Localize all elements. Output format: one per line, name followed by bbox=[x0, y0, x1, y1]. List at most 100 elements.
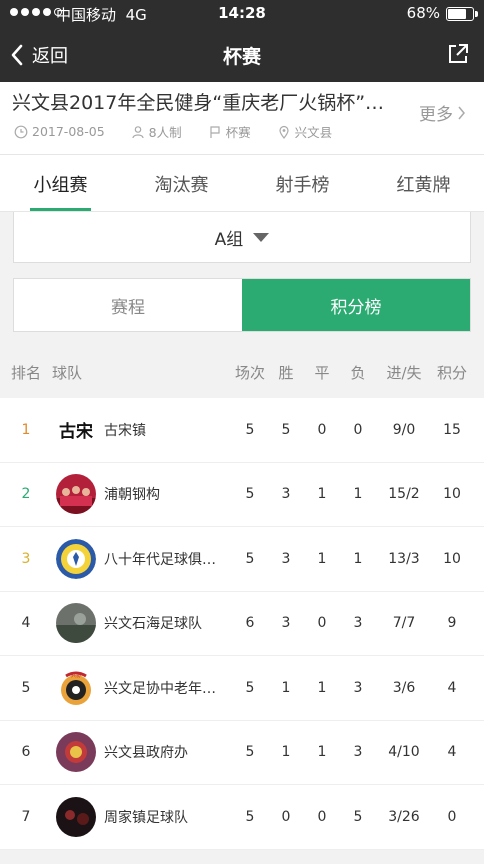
row-played: 5 bbox=[245, 550, 255, 567]
tab-knockout[interactable]: 淘汰赛 bbox=[121, 155, 242, 211]
row-played: 5 bbox=[245, 808, 255, 825]
row-draw: 1 bbox=[317, 550, 327, 567]
row-played: 5 bbox=[245, 679, 255, 696]
row-rank: 7 bbox=[21, 808, 31, 825]
row-points: 10 bbox=[443, 550, 461, 567]
row-rank: 2 bbox=[21, 486, 31, 503]
row-rank: 5 bbox=[21, 679, 31, 696]
row-draw: 0 bbox=[317, 421, 327, 438]
team-name: 古宋镇 bbox=[104, 422, 146, 439]
table-header: 排名 球队 场次 胜 平 负 进/失 积分 bbox=[0, 346, 484, 398]
view-segment: 赛程 积分榜 bbox=[13, 278, 471, 332]
row-loss: 0 bbox=[353, 421, 363, 438]
team-name: 周家镇足球队 bbox=[104, 809, 188, 826]
header-goals: 进/失 bbox=[386, 363, 422, 382]
row-loss: 1 bbox=[353, 550, 363, 567]
row-win: 1 bbox=[281, 679, 291, 696]
team-name: 兴文足协中老年… bbox=[104, 680, 216, 697]
team-badge: 兴协 bbox=[56, 667, 96, 708]
schedule-button[interactable]: 赛程 bbox=[14, 279, 242, 331]
row-win: 3 bbox=[281, 615, 291, 632]
team-name: 八十年代足球俱… bbox=[104, 551, 216, 568]
svg-text:兴协: 兴协 bbox=[71, 672, 81, 679]
caret-down-icon bbox=[253, 232, 270, 242]
standings-button[interactable]: 积分榜 bbox=[242, 279, 470, 331]
header-points: 积分 bbox=[436, 363, 467, 382]
row-draw: 1 bbox=[317, 486, 327, 503]
row-loss: 1 bbox=[353, 486, 363, 503]
row-rank: 1 bbox=[21, 421, 31, 438]
event-date: 2017-08-05 bbox=[32, 124, 105, 139]
tab-top-scorers[interactable]: 射手榜 bbox=[242, 155, 363, 211]
row-draw: 0 bbox=[317, 615, 327, 632]
standings-table: 排名 球队 场次 胜 平 负 进/失 积分 1 古宋 古宋镇 5 5 0 0 9… bbox=[0, 346, 484, 850]
row-rank: 3 bbox=[21, 550, 31, 567]
tab-group-stage[interactable]: 小组赛 bbox=[0, 155, 121, 211]
table-row[interactable]: 4 兴文石海足球队 6 3 0 3 7/7 9 bbox=[0, 591, 484, 656]
table-row[interactable]: 3 八十年代足球俱… 5 3 1 1 13/3 10 bbox=[0, 527, 484, 592]
row-goals: 3/26 bbox=[388, 808, 420, 825]
header-rank: 排名 bbox=[10, 363, 41, 382]
status-bar: 中国移动 4G 14:28 68% bbox=[0, 0, 484, 28]
row-points: 4 bbox=[447, 744, 457, 761]
row-draw: 1 bbox=[317, 744, 327, 761]
person-icon bbox=[132, 125, 144, 138]
header-played: 场次 bbox=[234, 363, 265, 382]
team-name: 兴文县政府办 bbox=[104, 745, 188, 762]
row-goals: 15/2 bbox=[388, 486, 420, 503]
row-goals: 9/0 bbox=[392, 421, 416, 438]
row-points: 10 bbox=[443, 486, 461, 503]
row-goals: 13/3 bbox=[388, 550, 420, 567]
row-rank: 4 bbox=[21, 615, 31, 632]
event-name: 兴文县2017年全民健身“重庆老厂火锅杯”… bbox=[12, 92, 385, 114]
table-row[interactable]: 5 兴协 兴文足协中老年… 5 1 1 3 3/6 4 bbox=[0, 656, 484, 721]
team-photo bbox=[56, 603, 96, 644]
row-loss: 3 bbox=[353, 615, 363, 632]
flag-icon bbox=[210, 125, 220, 138]
row-rank: 6 bbox=[21, 744, 31, 761]
header-win: 胜 bbox=[278, 363, 294, 382]
table-row[interactable]: 2 浦朝钢构 5 3 1 1 15/2 10 bbox=[0, 462, 484, 527]
event-format: 8人制 bbox=[148, 125, 182, 140]
header-loss: 负 bbox=[350, 363, 366, 382]
nav-bar: 返回 杯赛 bbox=[0, 28, 484, 82]
competition-tabs: 小组赛 淘汰赛 射手榜 红黄牌 bbox=[0, 154, 484, 212]
team-name: 兴文石海足球队 bbox=[104, 616, 202, 633]
row-played: 5 bbox=[245, 421, 255, 438]
row-loss: 3 bbox=[353, 679, 363, 696]
event-type: 杯赛 bbox=[225, 125, 251, 140]
row-points: 15 bbox=[443, 421, 461, 438]
row-win: 0 bbox=[281, 808, 291, 825]
row-win: 3 bbox=[281, 486, 291, 503]
battery-percent: 68% bbox=[406, 4, 440, 22]
row-goals: 4/10 bbox=[388, 744, 420, 761]
event-info: 兴文县2017年全民健身“重庆老厂火锅杯”… 2017-08-05 8人制 杯赛… bbox=[0, 82, 484, 154]
share-icon[interactable] bbox=[446, 42, 470, 66]
header-team: 球队 bbox=[52, 363, 83, 382]
row-win: 5 bbox=[281, 421, 291, 438]
row-points: 0 bbox=[447, 808, 457, 825]
row-goals: 7/7 bbox=[392, 615, 416, 632]
row-draw: 1 bbox=[317, 679, 327, 696]
location-icon bbox=[279, 125, 289, 139]
header-draw: 平 bbox=[314, 363, 330, 382]
group-select[interactable]: A组 bbox=[13, 212, 471, 263]
row-played: 6 bbox=[245, 615, 255, 632]
team-photo bbox=[56, 474, 96, 515]
row-points: 9 bbox=[447, 615, 457, 632]
row-loss: 3 bbox=[353, 744, 363, 761]
clock-icon bbox=[14, 125, 28, 138]
table-row[interactable]: 7 周家镇足球队 5 0 0 5 3/26 0 bbox=[0, 785, 484, 850]
tab-cards[interactable]: 红黄牌 bbox=[363, 155, 484, 211]
event-meta: 2017-08-05 8人制 杯赛 兴文县 bbox=[14, 122, 358, 141]
team-badge bbox=[56, 538, 96, 579]
table-row[interactable]: 1 古宋 古宋镇 5 5 0 0 9/0 15 bbox=[0, 398, 484, 463]
table-row[interactable]: 6 兴文县政府办 5 1 1 3 4/10 4 bbox=[0, 720, 484, 785]
more-button[interactable]: 更多 bbox=[419, 100, 466, 125]
team-logo: 古宋 bbox=[56, 409, 96, 450]
row-points: 4 bbox=[447, 679, 457, 696]
row-played: 5 bbox=[245, 486, 255, 503]
row-goals: 3/6 bbox=[392, 679, 416, 696]
svg-text:古宋: 古宋 bbox=[59, 421, 93, 442]
row-win: 3 bbox=[281, 550, 291, 567]
